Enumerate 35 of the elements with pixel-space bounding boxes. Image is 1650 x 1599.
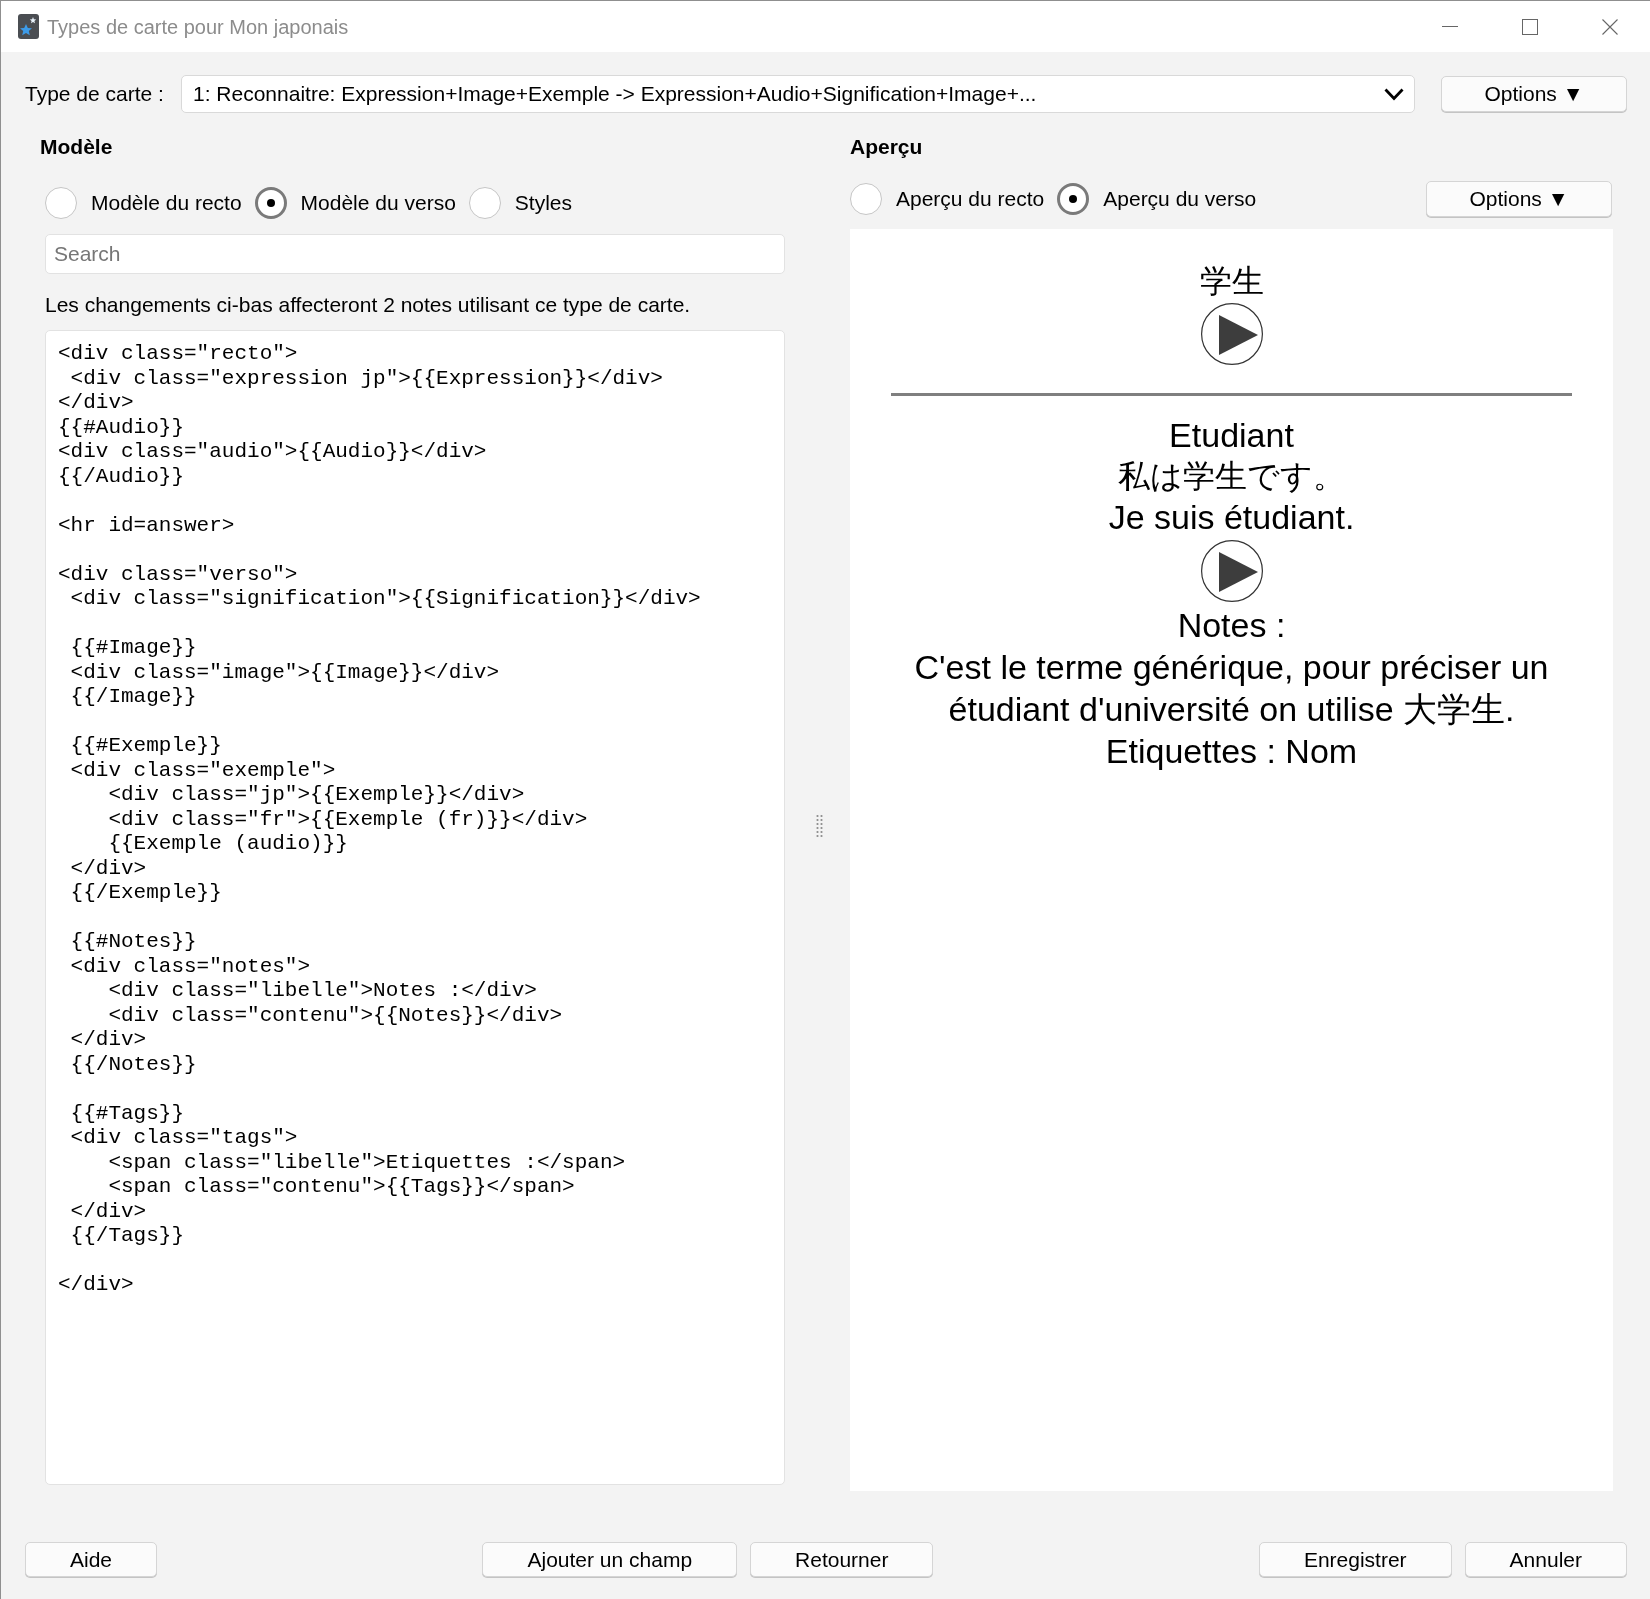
play-icon[interactable] [1200,540,1263,602]
minimize-icon [1442,26,1458,27]
window-title: Types de carte pour Mon japonais [47,14,349,40]
app-icon [18,14,39,39]
preview-heading: Aperçu [850,134,923,160]
japanese-text: 学生 [1199,261,1264,301]
card-type-label: Type de carte : [25,81,164,108]
footer-button[interactable]: Ajouter un champ [482,1542,738,1577]
options-button[interactable]: Options ▼ [1426,181,1612,217]
notice-text: Les changements ci-bas affecteront 2 notes utilisant ce type de carte. [45,292,691,318]
options-button[interactable]: Options ▼ [1441,76,1627,112]
radio-button[interactable]: Aperçu du recto [850,183,1045,215]
maximize-icon [1522,18,1538,35]
splitter-grip-icon[interactable] [816,814,823,838]
radio-button[interactable]: Aperçu du verso [1057,183,1257,215]
card-text: Etudiant [1169,415,1294,456]
radio-button[interactable]: Modèle du recto [45,187,242,219]
card-text: C'est le terme générique, pour préciser un étudiant d'université on utilise 大学生. [913,647,1550,730]
chevron-down-icon [1384,87,1404,101]
card-text: Notes : [1177,605,1286,646]
card-text: Je suis étudiant. [1108,497,1355,538]
footer-button[interactable]: Aide [25,1542,158,1577]
play-icon[interactable] [1200,303,1263,365]
footer-button[interactable]: Enregistrer [1258,1542,1452,1577]
radio-button[interactable]: Styles [468,187,573,219]
close-icon [1602,18,1618,35]
card-type-dropdown[interactable]: 1: Reconnaitre: Expression+Image+Exemple -> Expression+Audio+Signification+Image+... [181,75,1415,113]
search-field[interactable]: Search [45,234,785,274]
footer-button[interactable]: Retourner [750,1542,934,1577]
footer-button[interactable]: Annuler [1464,1542,1627,1577]
radio-button[interactable]: Modèle du verso [254,187,456,219]
card-text: Etiquettes : Nom [1105,731,1358,772]
code-editor[interactable]: <div class="recto"> <div class="expression jp">{{Expression}}</div> </div> {{#Audio}} <div class="audio">{{Audio}}</div> {{/Audio}} <hr id=answer> <div class="verso"> <div class="signification">{{Signification}}</div> {{#Image}} <div class="image">{{Image}}</div> {{/Image}} {{#Exemple}} <div class="exemple"> <div class="jp">{{Exemple}}</div> <div class="fr">{{Exemple (fr)}}</div> {{Exemple (audio)}} </div> {{/Exemple}} {{#Notes}} <div class="notes"> <div class="libelle">Notes :</div> <div class="contenu">{{Notes}}</div> </div> {{/Notes}} {{#Tags}} <div class="tags"> <span class="libelle">Etiquettes :</span> <span class="contenu">{{Tags}}</span> </div> {{/Tags}} </div> [45,330,785,1485]
japanese-text: 私は学生です。 [1118,456,1345,496]
template-heading: Modèle [40,134,113,160]
